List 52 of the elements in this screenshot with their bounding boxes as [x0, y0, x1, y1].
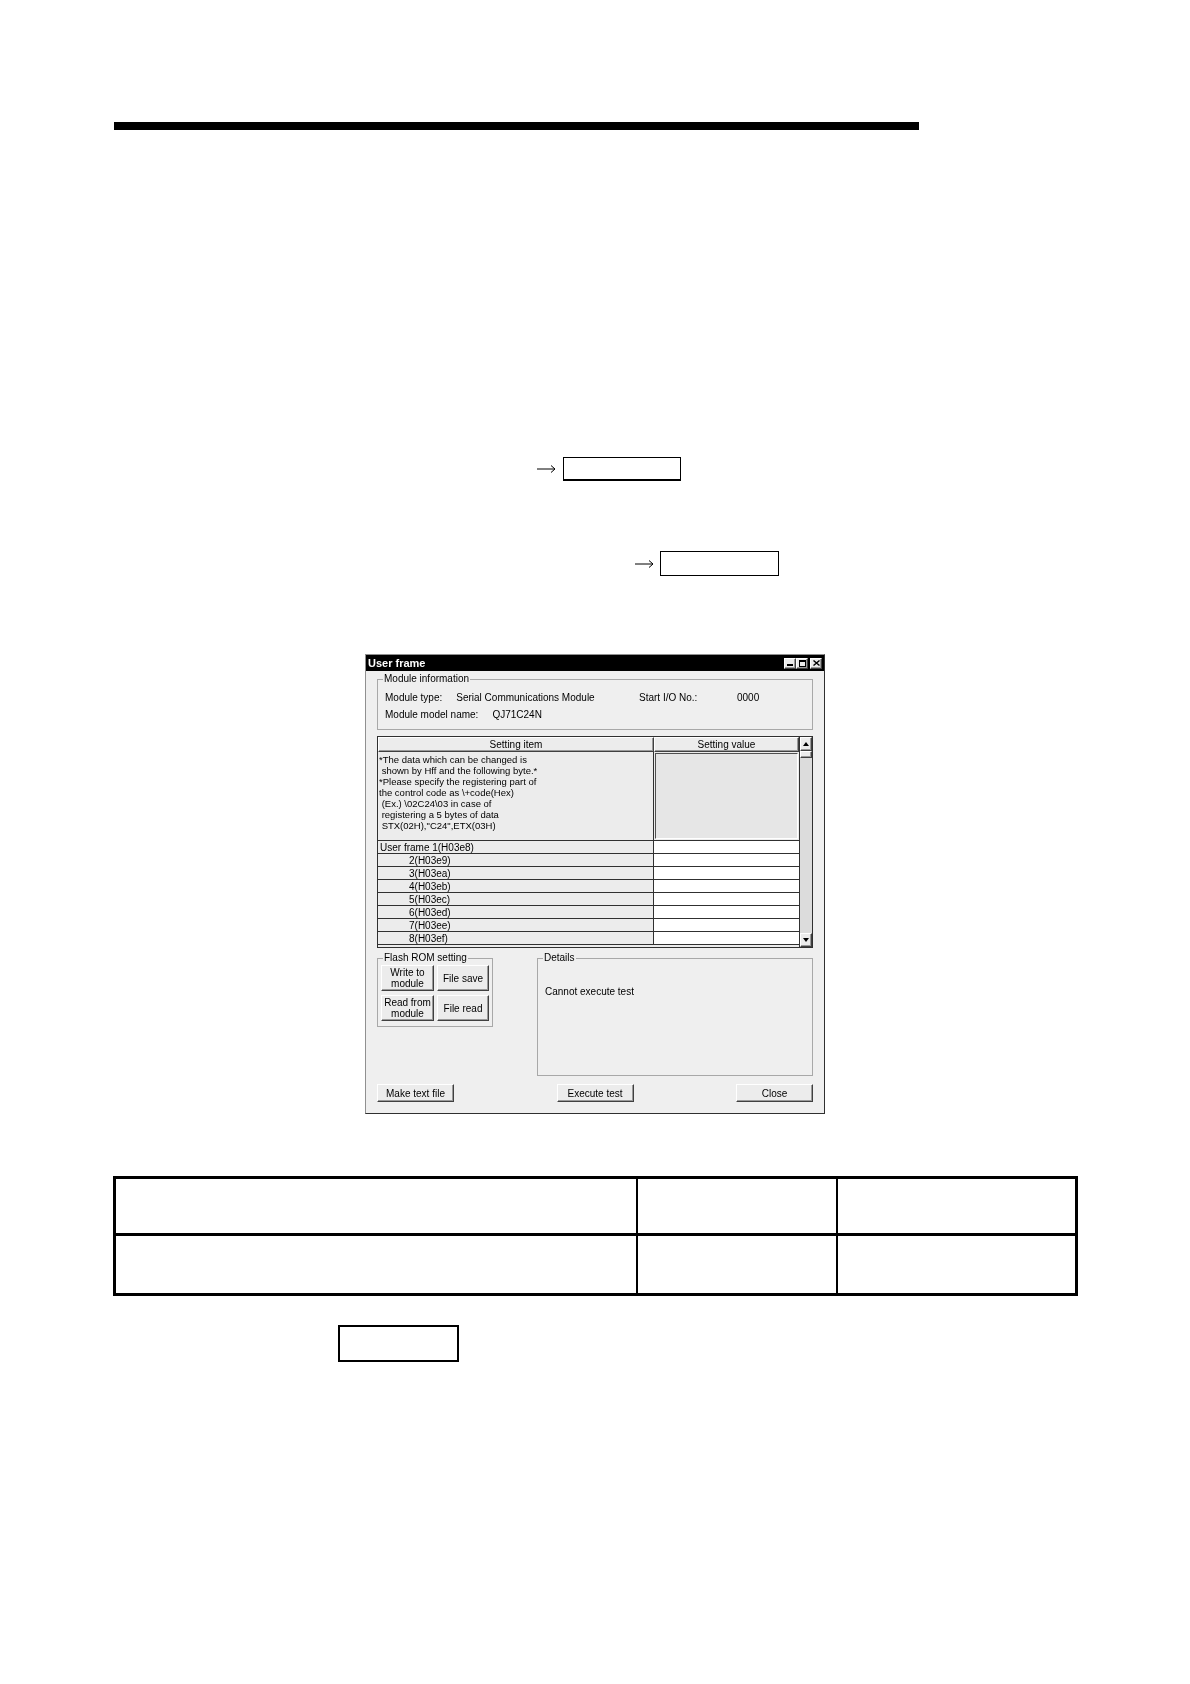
field-label: Module model name: [385, 709, 479, 721]
note-text: *The data which can be changed is shown by Hff and the following byte.* *Please specify the registering part of the control code as \+code(Hex) (Ex.) \02C24\03 in case of registering a 5 bytes of data STX(02H),"C24",ETX(03H) [379, 754, 539, 831]
value-field[interactable] [654, 932, 799, 945]
dialog-button[interactable]: Make text file [377, 1084, 454, 1102]
scrollbar-thumb[interactable] [800, 751, 812, 758]
column-header[interactable]: Setting item [378, 737, 654, 752]
minimize-button[interactable] [784, 657, 796, 669]
value-field[interactable] [654, 867, 799, 880]
flash-rom-button[interactable]: Write to module [381, 965, 434, 991]
scroll-up-button[interactable] [800, 737, 812, 751]
column-header[interactable]: Setting value [654, 737, 799, 752]
value-field[interactable] [654, 854, 799, 867]
arrow-icon [635, 558, 654, 569]
field-label: Start I/O No.: [639, 692, 699, 704]
field-value: QJ71C24N [492, 709, 542, 721]
scroll-down-button[interactable] [800, 933, 812, 947]
table-cell: 3(H03ea) [378, 867, 654, 880]
close-icon [812, 660, 820, 666]
maximize-button[interactable] [796, 657, 808, 669]
close-button[interactable] [810, 657, 822, 669]
details-message: Cannot execute test [545, 986, 635, 998]
maximize-icon [798, 659, 806, 667]
scrollbar[interactable] [799, 737, 812, 947]
value-field[interactable] [654, 906, 799, 919]
value-field[interactable] [654, 919, 799, 932]
window-title: User frame [368, 656, 426, 670]
table-cell: 7(H03ee) [378, 919, 654, 932]
group-label: Module information [383, 673, 471, 685]
minimize-icon [787, 663, 793, 666]
flash-rom-button[interactable]: File read [437, 995, 489, 1021]
value-field[interactable] [654, 893, 799, 906]
down-arrow-icon [803, 938, 809, 942]
field-value: Serial Communications Module [456, 692, 595, 704]
flash-rom-button[interactable]: Read from module [381, 995, 434, 1021]
table-cell: 6(H03ed) [378, 906, 654, 919]
value-field[interactable] [654, 841, 799, 854]
dialog-button[interactable]: Close [736, 1084, 813, 1102]
up-arrow-icon [803, 742, 809, 746]
table-cell: 4(H03eb) [378, 880, 654, 893]
table-cell: User frame 1(H03e8) [378, 841, 654, 854]
group-label: Flash ROM setting [383, 952, 468, 964]
table-cell: 5(H03ec) [378, 893, 654, 906]
field-label: Module type: [385, 692, 443, 704]
field-value: 0000 [737, 692, 760, 704]
table-cell: 2(H03e9) [378, 854, 654, 867]
dialog-button[interactable]: Execute test [556, 1084, 634, 1102]
value-field[interactable] [655, 753, 798, 839]
value-field[interactable] [654, 880, 799, 893]
flash-rom-button[interactable]: File save [437, 965, 489, 991]
table-cell: 8(H03ef) [378, 932, 654, 945]
arrow-icon [537, 464, 556, 474]
group-label: Details [543, 952, 576, 964]
